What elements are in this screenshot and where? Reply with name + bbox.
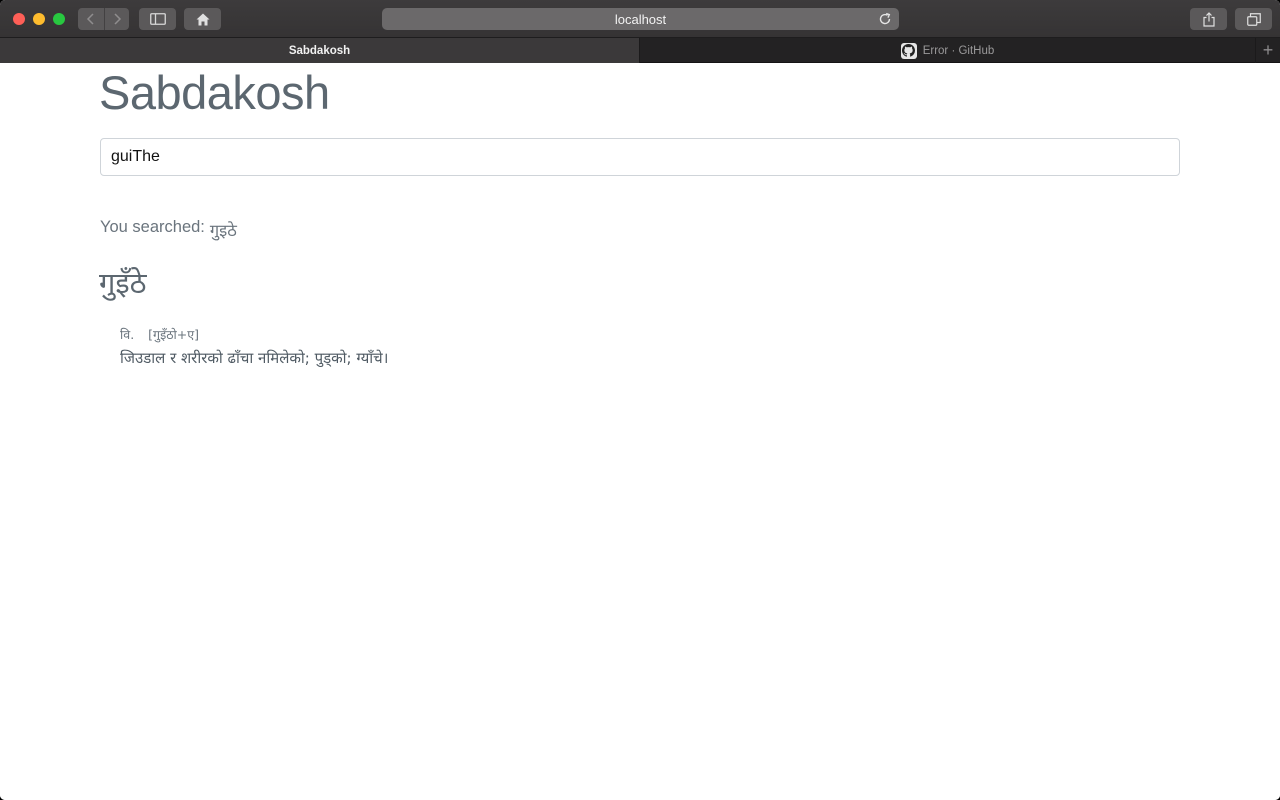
share-icon [1202, 11, 1215, 27]
browser-toolbar: localhost [0, 0, 1280, 38]
plus-icon: + [1262, 40, 1274, 60]
minimize-window-button[interactable] [33, 13, 45, 25]
show-all-tabs-button[interactable] [1235, 8, 1272, 30]
address-bar[interactable]: localhost [382, 8, 899, 30]
new-tab-button[interactable]: + [1255, 38, 1280, 63]
forward-button[interactable] [103, 8, 129, 30]
tab-github-error[interactable]: Error · GitHub [640, 38, 1255, 63]
searched-label: You searched: [100, 218, 205, 236]
chevron-left-icon [86, 13, 94, 25]
search-summary: You searched: गुइठे [100, 218, 237, 241]
home-icon [196, 13, 209, 25]
search-input[interactable] [100, 138, 1180, 176]
github-icon [900, 42, 917, 59]
entry-headword: गुइँठे [99, 266, 147, 300]
page-title: Sabdakosh [99, 66, 330, 119]
tabs-overview-icon [1246, 12, 1261, 26]
tab-sabdakosh[interactable]: Sabdakosh [0, 38, 640, 63]
url-text: localhost [614, 11, 667, 27]
tab-label: Error · GitHub [922, 44, 995, 57]
entry-definition: जिउडाल र शरीरको ढाँचा नमिलेको; पुड्को; ग… [120, 349, 389, 367]
navigation-buttons [78, 8, 129, 30]
etymology: [गुइँठो+ए] [148, 327, 199, 342]
tab-bar: Sabdakosh Error · GitHub + [0, 38, 1280, 63]
tab-label: Sabdakosh [288, 44, 351, 57]
searched-term: गुइठे [209, 222, 237, 240]
sidebar-toggle-button[interactable] [139, 8, 176, 30]
share-button[interactable] [1190, 8, 1227, 30]
browser-window: localhost Sabdakosh Error · GitHub + Sab… [0, 0, 1280, 800]
part-of-speech: वि. [120, 327, 135, 342]
sidebar-icon [149, 13, 166, 25]
reload-icon[interactable] [877, 11, 893, 27]
chevron-right-icon [113, 13, 121, 25]
maximize-window-button[interactable] [53, 13, 65, 25]
home-button[interactable] [184, 8, 221, 30]
back-button[interactable] [79, 8, 104, 30]
page-content: Sabdakosh You searched: गुइठे गुइँठे वि.… [0, 63, 1280, 800]
close-window-button[interactable] [13, 13, 25, 25]
entry-meta: वि. [गुइँठो+ए] [120, 326, 199, 343]
